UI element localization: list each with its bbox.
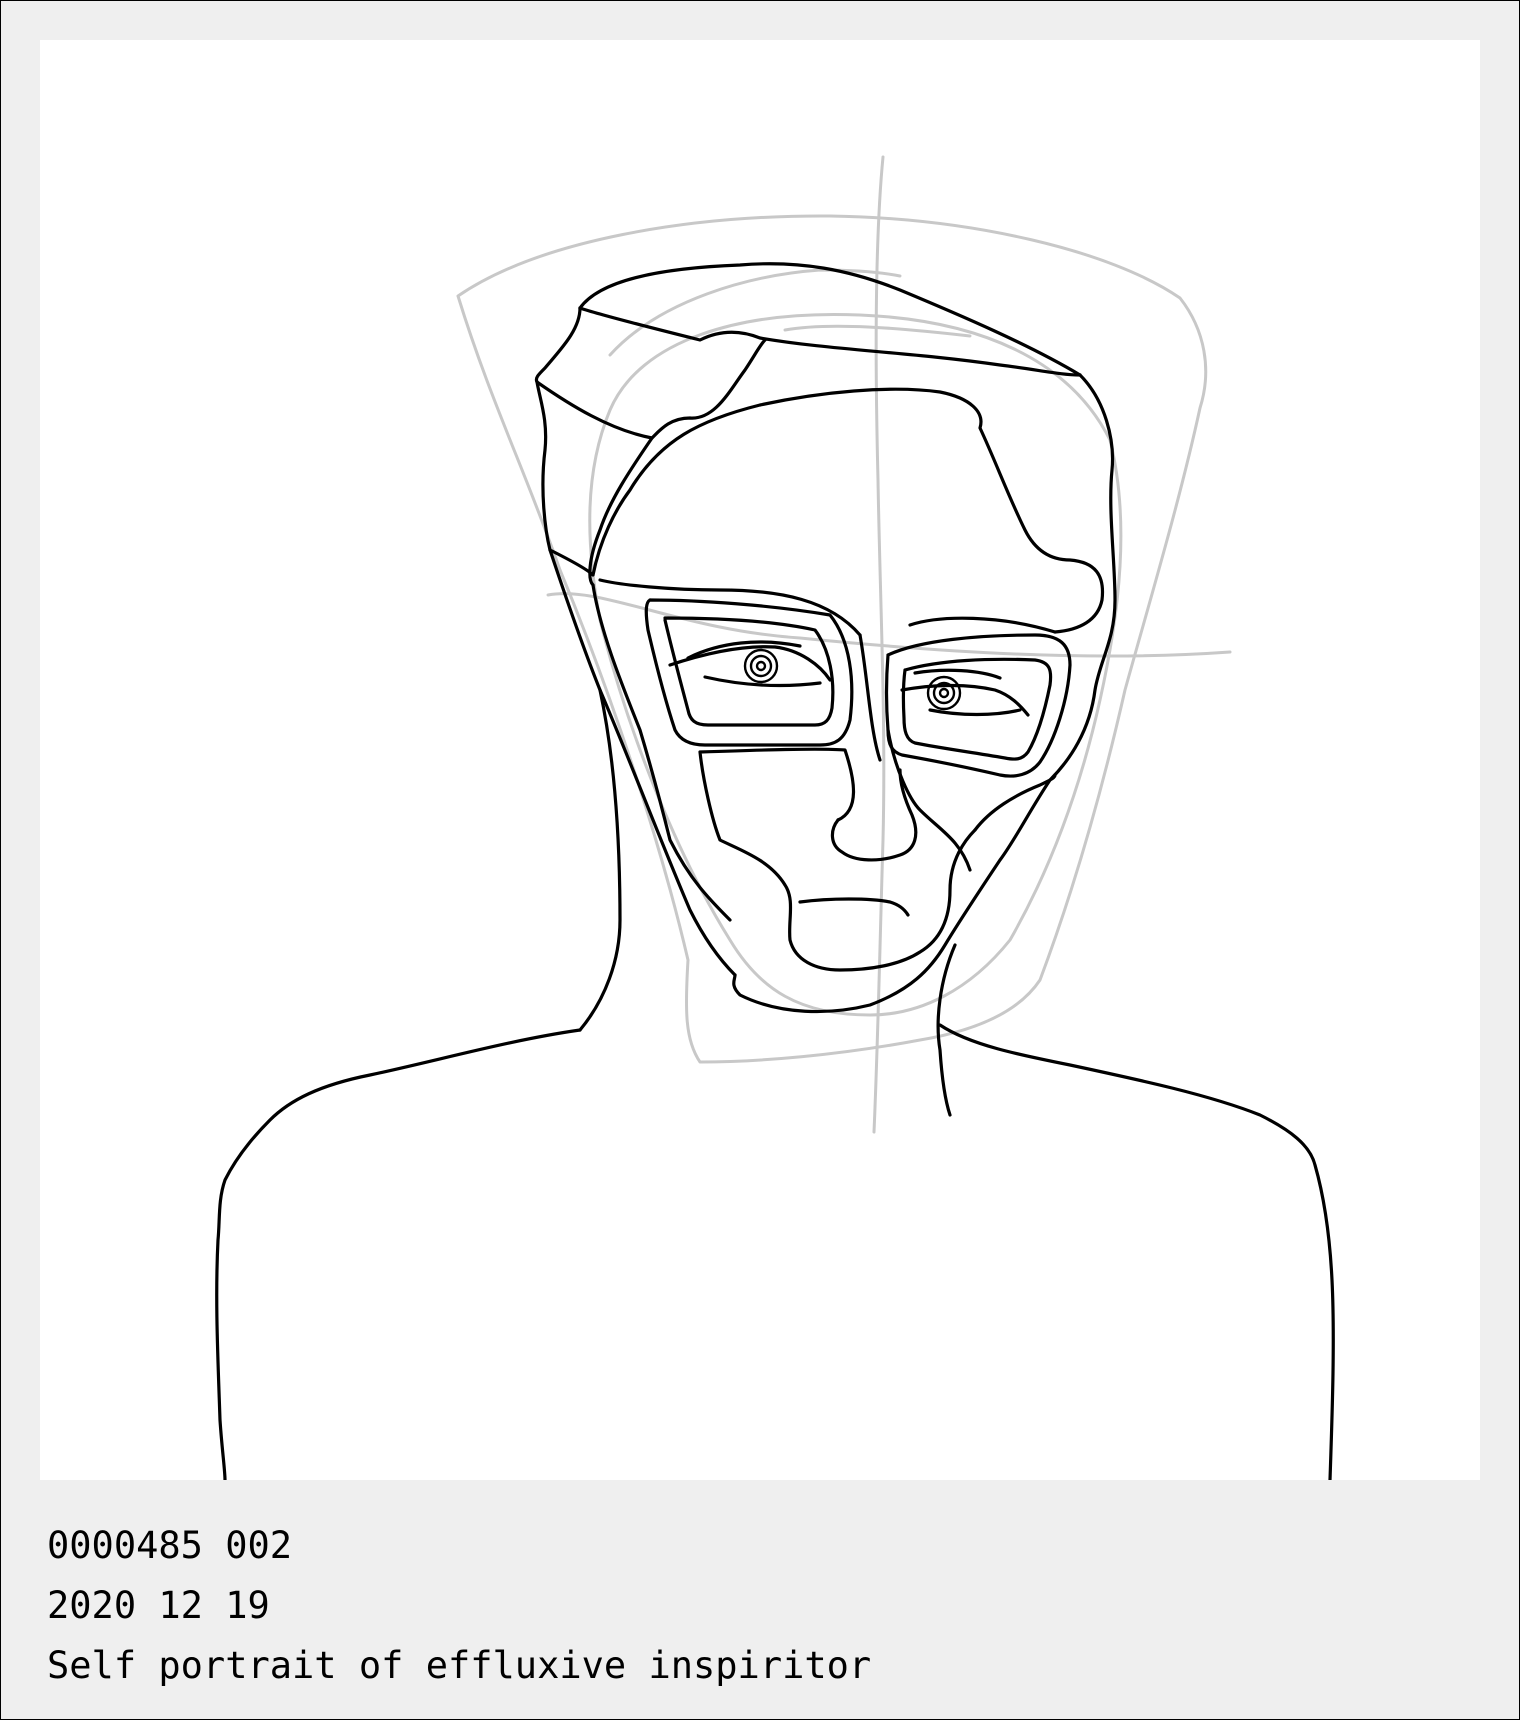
caption-block: 0000485 002 2020 12 19 Self portrait of …	[47, 1516, 871, 1696]
right-cheek-stroke	[973, 773, 1057, 832]
left-upper-eyelid	[668, 645, 832, 682]
right-pupil	[938, 687, 950, 699]
artwork-title: Self portrait of effluxive inspiritor	[47, 1644, 872, 1687]
ink-strokes	[215, 262, 1335, 1480]
guide-hairline	[608, 268, 902, 357]
left-iris-ring	[749, 654, 773, 678]
right-iris	[926, 675, 962, 711]
guide-horizontal-axis	[546, 592, 1232, 658]
nose-bridge-left	[858, 633, 882, 762]
left-pupil	[755, 660, 767, 672]
mouth-stroke	[798, 897, 910, 917]
right-lower-eyelid	[928, 708, 1022, 717]
shoulder-right	[938, 1023, 1335, 1480]
forehead-right-edge	[908, 616, 1057, 634]
guide-outer-head-outline	[456, 214, 1208, 1064]
cheek-chin-mask	[698, 747, 977, 972]
artwork-id: 0000485 002	[47, 1524, 293, 1567]
drawing-canvas	[40, 40, 1480, 1480]
portrait-drawing	[215, 155, 1335, 1480]
artwork-date: 2020 12 19	[47, 1584, 270, 1627]
left-temple-stroke	[588, 436, 654, 587]
neck-left	[578, 688, 622, 1032]
left-iris	[743, 648, 779, 684]
left-eye-frame-inner	[663, 616, 835, 727]
forehead-shape	[548, 387, 1105, 634]
shoulder-left	[215, 1028, 582, 1480]
right-eyelid-crease	[913, 668, 1002, 680]
portrait-card: 0000485 002 2020 12 19 Self portrait of …	[0, 0, 1520, 1720]
right-eye-frame-inner	[901, 657, 1053, 761]
